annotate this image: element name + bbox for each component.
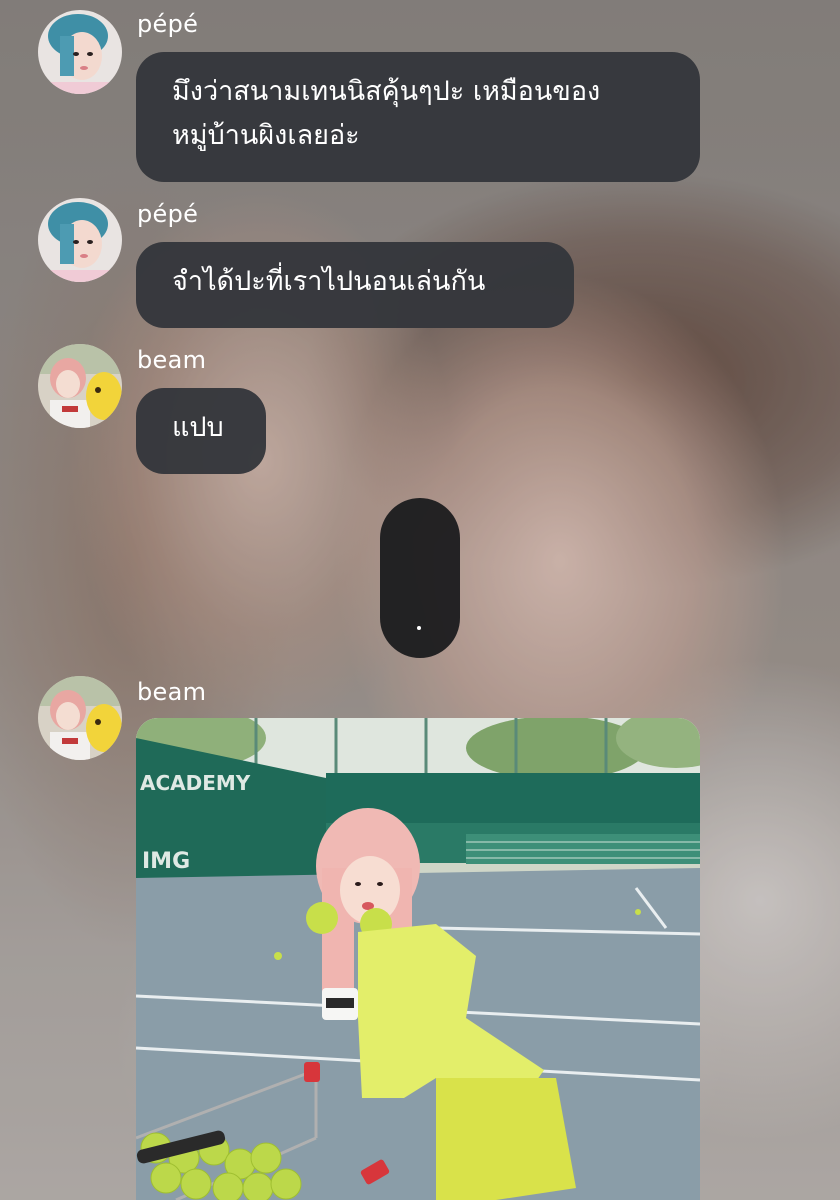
message-bubble[interactable]: จำได้ปะที่เราไปนอนเล่นกัน bbox=[136, 242, 574, 328]
tennis-court-photo: ACADEMY IMG bbox=[136, 718, 700, 1200]
sender-name: beam bbox=[137, 678, 207, 706]
photo-message[interactable]: ACADEMY IMG bbox=[136, 718, 700, 1200]
beam-avatar[interactable] bbox=[38, 676, 122, 760]
beam-avatar[interactable] bbox=[38, 344, 122, 428]
pepe-avatar-image bbox=[38, 198, 122, 282]
message-text-line: หมู่บ้านผิงเลยอ่ะ bbox=[172, 120, 360, 151]
pepe-avatar[interactable] bbox=[38, 198, 122, 282]
pepe-avatar[interactable] bbox=[38, 10, 122, 94]
photo-sign-academy: ACADEMY bbox=[140, 771, 251, 795]
photo-sign-img: IMG bbox=[142, 849, 190, 874]
message-bubble[interactable]: แปบ bbox=[136, 388, 266, 474]
pepe-avatar-image bbox=[38, 10, 122, 94]
sender-name: pépé bbox=[137, 200, 199, 228]
beam-avatar-image bbox=[38, 344, 122, 428]
sender-name: beam bbox=[137, 346, 207, 374]
message-text-line: มึงว่าสนามเทนนิสคุ้นๆปะ เหมือนของ bbox=[172, 76, 601, 107]
typing-indicator bbox=[380, 498, 460, 658]
typing-dot-icon bbox=[417, 626, 421, 630]
message-bubble[interactable]: มึงว่าสนามเทนนิสคุ้นๆปะ เหมือนของ หมู่บ้… bbox=[136, 52, 700, 182]
beam-avatar-image bbox=[38, 676, 122, 760]
sender-name: pépé bbox=[137, 10, 199, 38]
